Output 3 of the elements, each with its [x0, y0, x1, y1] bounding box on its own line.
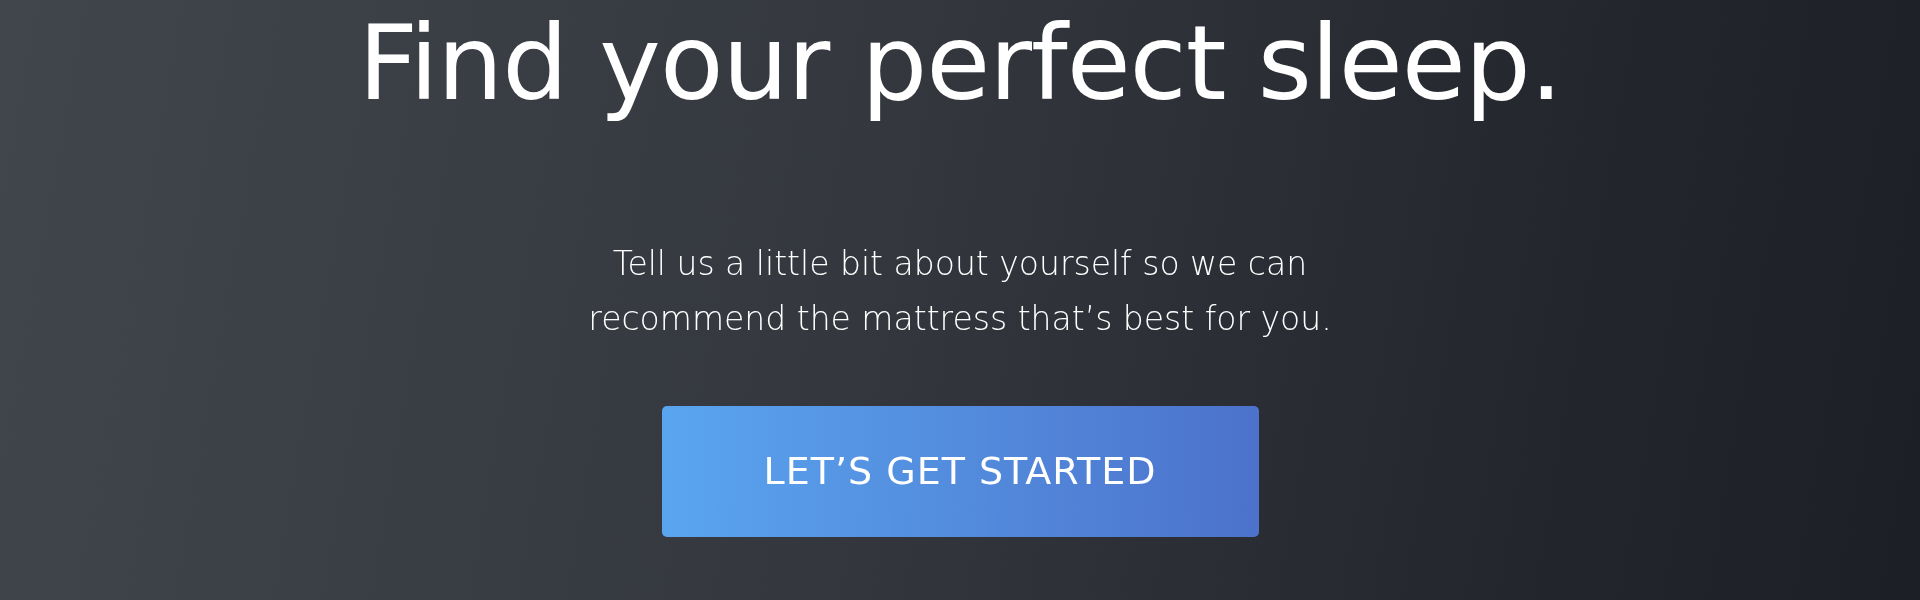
- get-started-button[interactable]: LET’S GET STARTED: [661, 405, 1259, 537]
- hero-title: Find your perfect sleep.: [358, 1, 1562, 124]
- hero-subtitle: Tell us a little bit about yourself so we can recommend the mattress that’s best for you.: [588, 242, 1332, 340]
